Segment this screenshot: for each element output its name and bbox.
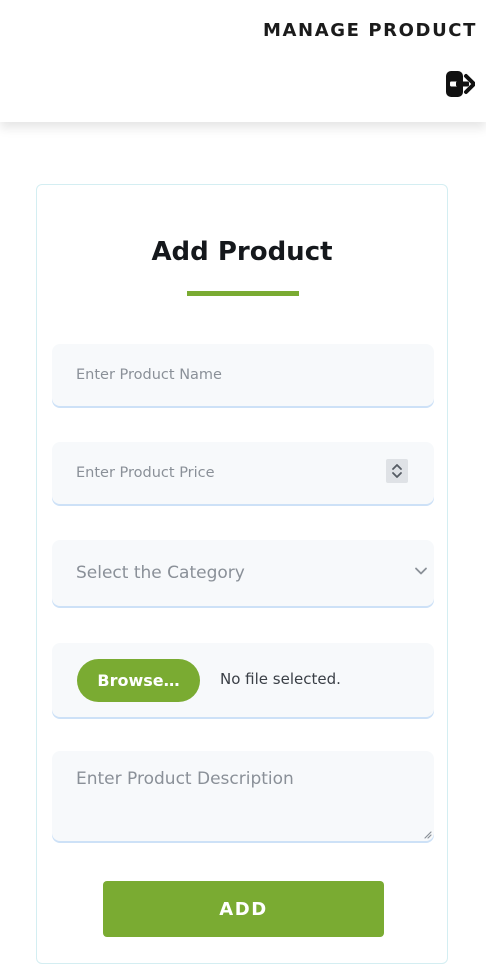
product-price-input[interactable] <box>76 462 406 484</box>
file-upload-field: Browse… No file selected. <box>52 643 434 717</box>
add-button[interactable]: ADD <box>103 881 384 937</box>
product-description-field <box>52 751 434 841</box>
product-name-field <box>52 344 434 406</box>
browse-button[interactable]: Browse… <box>77 659 200 702</box>
resize-grip-icon[interactable] <box>424 831 432 839</box>
category-field: Select the Category <box>52 540 434 606</box>
number-stepper[interactable] <box>386 459 408 483</box>
logout-button[interactable] <box>445 70 476 98</box>
page-title: MANAGE PRODUCT <box>263 20 477 41</box>
form-title: Add Product <box>151 237 333 267</box>
top-header: MANAGE PRODUCT <box>0 0 486 122</box>
add-product-card: Add Product Select the Category Browse… … <box>36 184 448 964</box>
logout-icon[interactable] <box>445 70 476 98</box>
product-price-field <box>52 442 434 504</box>
category-select[interactable]: Select the Category <box>76 560 431 586</box>
product-name-input[interactable] <box>76 364 406 386</box>
product-description-textarea[interactable] <box>76 769 421 825</box>
title-underline <box>187 291 299 296</box>
number-stepper-icon[interactable] <box>390 463 404 479</box>
file-status: No file selected. <box>220 670 341 688</box>
